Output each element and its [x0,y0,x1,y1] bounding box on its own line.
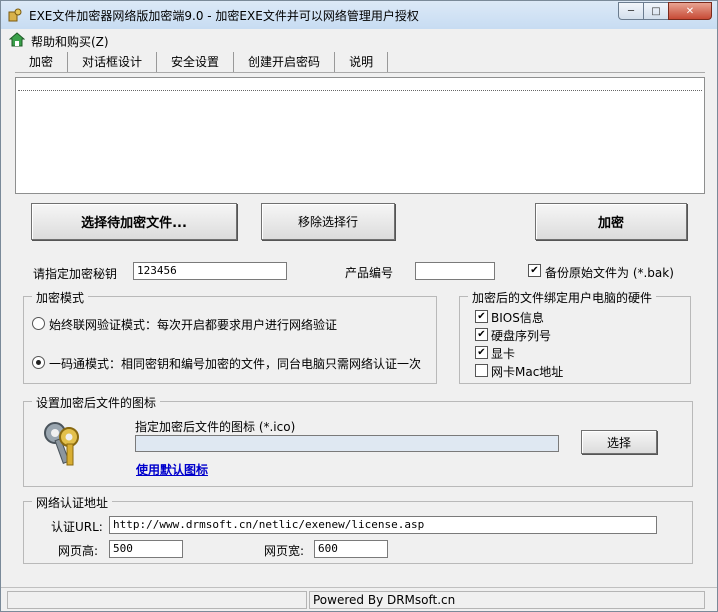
keys-icon [44,422,79,466]
disk-serial-label: 硬盘序列号 [491,329,552,343]
key-label: 请指定加密秘钥 [33,267,118,281]
bios-label: BIOS信息 [491,311,544,325]
default-icon-link[interactable]: 使用默认图标 [136,461,208,478]
width-input[interactable]: 600 [314,540,388,558]
mode-online-radio[interactable] [32,317,45,330]
url-label: 认证URL: [51,520,103,534]
mode-onecode-radio[interactable] [32,356,45,369]
tab-divider [15,72,705,73]
mode-group-title: 加密模式 [32,289,89,306]
network-group-title: 网络认证地址 [32,494,113,511]
height-label: 网页高: [58,544,99,558]
tab-open-password[interactable]: 创建开启密码 [234,52,336,72]
hardware-group-title: 加密后的文件绑定用户电脑的硬件 [468,289,657,306]
icon-path-input[interactable] [135,435,559,452]
file-list[interactable] [15,77,705,194]
mac-checkbox[interactable] [475,364,488,377]
gpu-label: 显卡 [491,347,516,361]
title-bar: EXE文件加密器网络版加密端9.0 - 加密EXE文件并可以网络管理用户授权 ─… [1,1,717,29]
window-title: EXE文件加密器网络版加密端9.0 - 加密EXE文件并可以网络管理用户授权 [29,9,419,23]
product-input[interactable] [415,262,495,280]
disk-serial-checkbox[interactable]: ✔ [475,328,488,341]
mode-online-label: 始终联网验证模式：每次开启都要求用户进行网络验证 [49,318,338,332]
width-label: 网页宽: [264,544,305,558]
list-focus-row [18,90,702,91]
mac-label: 网卡Mac地址 [491,365,564,379]
product-label: 产品编号 [345,266,394,280]
help-house-icon [9,32,25,47]
height-input[interactable]: 500 [109,540,183,558]
tab-security[interactable]: 安全设置 [157,52,235,72]
minimize-button[interactable]: ─ [618,2,644,20]
menu-help[interactable]: 帮助和购买(Z) [31,33,109,50]
encrypt-button[interactable]: 加密 [535,203,687,240]
icon-prompt: 指定加密后文件的图标 (*.ico) [135,420,296,434]
status-bar: Powered By DRMsoft.cn [1,587,717,611]
mode-onecode-label: 一码通模式：相同密钥和编号加密的文件，同台电脑只需网络认证一次 [49,357,422,371]
close-button[interactable]: ✕ [668,2,712,20]
url-input[interactable]: http://www.drmsoft.cn/netlic/exenew/lice… [109,516,657,534]
choose-icon-button[interactable]: 选择 [581,430,657,454]
tab-dialog-design[interactable]: 对话框设计 [68,52,158,72]
app-icon [8,8,22,22]
bios-checkbox[interactable]: ✔ [475,310,488,323]
backup-checkbox[interactable]: ✔ [528,264,541,277]
select-files-button[interactable]: 选择待加密文件... [31,203,237,240]
tab-bar: 加密 对话框设计 安全设置 创建开启密码 说明 [15,52,389,72]
menu-bar: 帮助和购买(Z) [1,29,717,51]
backup-label: 备份原始文件为 (*.bak) [545,266,674,280]
icon-group-title: 设置加密后文件的图标 [32,394,161,411]
maximize-button[interactable]: □ [643,2,669,20]
key-input[interactable]: 123456 [133,262,287,280]
app-window: EXE文件加密器网络版加密端9.0 - 加密EXE文件并可以网络管理用户授权 ─… [0,0,718,612]
status-text: Powered By DRMsoft.cn [309,591,705,609]
tab-encrypt[interactable]: 加密 [15,52,69,72]
remove-selected-button[interactable]: 移除选择行 [261,203,395,240]
gpu-checkbox[interactable]: ✔ [475,346,488,359]
status-pane-empty [7,591,307,609]
tab-readme[interactable]: 说明 [335,52,389,72]
